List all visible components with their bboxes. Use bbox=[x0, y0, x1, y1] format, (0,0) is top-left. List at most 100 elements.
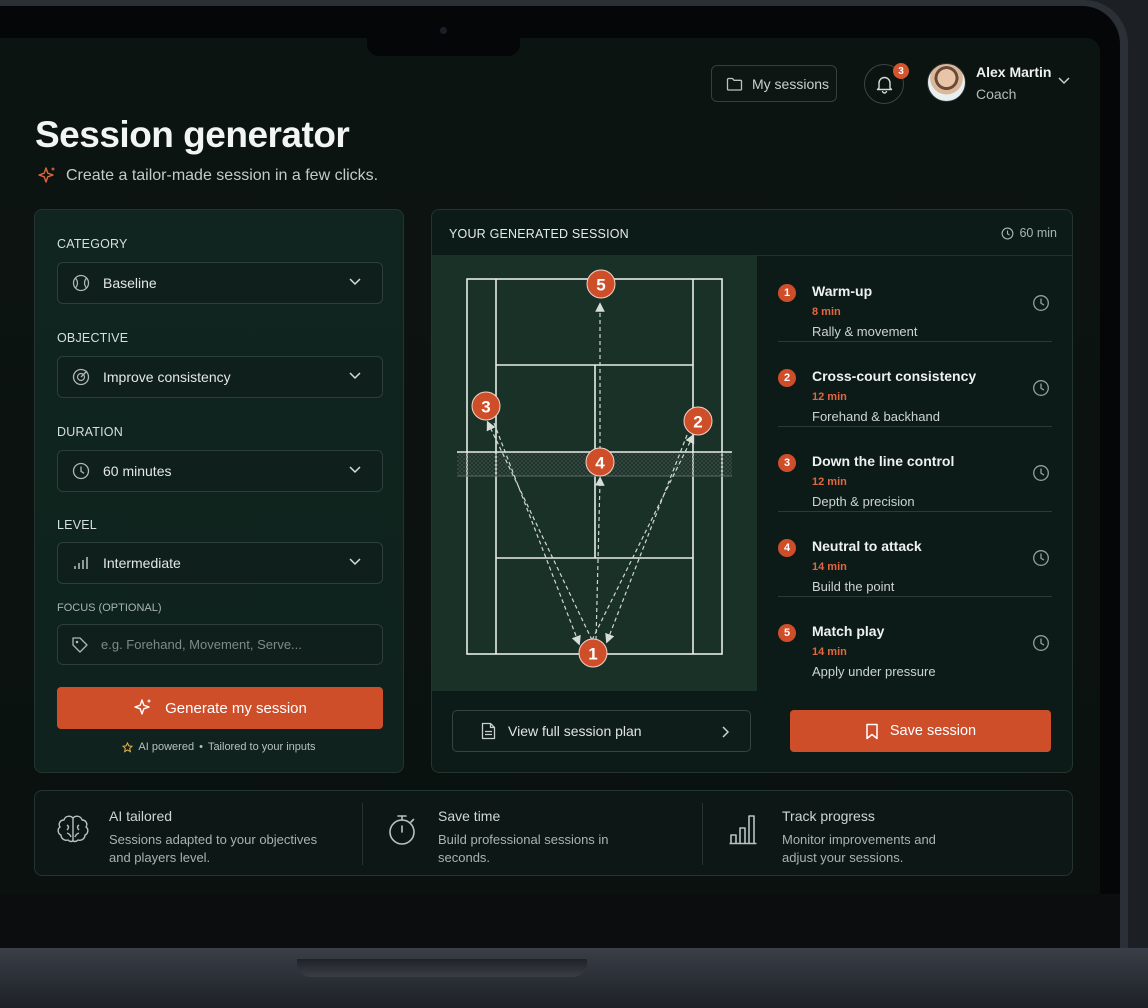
camera-notch bbox=[367, 36, 520, 56]
save-label: Save session bbox=[889, 723, 977, 739]
generate-label: Generate my session bbox=[165, 699, 307, 717]
feature-desc: Sessions adapted to your objectives and … bbox=[109, 831, 317, 867]
category-select[interactable]: Baseline bbox=[57, 262, 383, 304]
feature-save-time: Save time Build professional sessions in… bbox=[363, 791, 702, 877]
chevron-down-icon bbox=[349, 558, 361, 566]
view-plan-label: View full session plan bbox=[508, 723, 642, 739]
feature-track-progress: Track progress Monitor improvements and … bbox=[703, 791, 1073, 877]
category-label: CATEGORY bbox=[57, 237, 128, 251]
document-icon bbox=[481, 722, 496, 740]
tennis-ball-icon bbox=[71, 274, 91, 292]
bar-chart-icon bbox=[729, 815, 757, 845]
tag-icon bbox=[72, 636, 88, 653]
ai-note: AI powered • Tailored to your inputs bbox=[35, 741, 403, 753]
my-sessions-label: My sessions bbox=[752, 75, 830, 92]
svg-text:1: 1 bbox=[588, 645, 597, 664]
drill-desc: Rally & movement bbox=[812, 324, 918, 339]
target-icon bbox=[71, 368, 91, 386]
feature-desc-line: Monitor improvements and bbox=[782, 832, 936, 847]
level-select[interactable]: Intermediate bbox=[57, 542, 383, 584]
court-marker-5: 5 bbox=[586, 269, 616, 299]
clock-icon bbox=[1033, 465, 1049, 481]
list-item[interactable]: 1 Warm-up 8 min Rally & movement bbox=[778, 257, 1052, 342]
drill-desc: Depth & precision bbox=[812, 494, 915, 509]
generate-session-button[interactable]: Generate my session bbox=[57, 687, 383, 729]
ai-note-powered: AI powered bbox=[138, 741, 195, 753]
court-marker-2: 2 bbox=[683, 406, 713, 436]
clock-icon bbox=[71, 462, 91, 480]
app-screen: My sessions 3 Alex Martin Coach Session … bbox=[0, 38, 1100, 894]
tennis-court-diagram: 1 2 3 4 5 bbox=[432, 255, 757, 691]
drill-time: 14 min bbox=[812, 561, 847, 573]
drill-time: 12 min bbox=[812, 391, 847, 403]
feature-desc-line: Build professional sessions in bbox=[438, 832, 609, 847]
laptop-base bbox=[0, 948, 1148, 1008]
svg-text:3: 3 bbox=[481, 398, 490, 417]
drill-name: Warm-up bbox=[812, 283, 873, 299]
objective-select[interactable]: Improve consistency bbox=[57, 356, 383, 398]
drill-number: 3 bbox=[778, 454, 796, 472]
ai-note-separator: • bbox=[199, 741, 203, 753]
clock-icon bbox=[1033, 380, 1049, 396]
laptop-hinge-notch bbox=[297, 959, 587, 977]
user-role: Coach bbox=[976, 86, 1017, 102]
list-item[interactable]: 5 Match play 14 min Apply under pressure bbox=[778, 597, 1052, 682]
drill-time: 8 min bbox=[812, 306, 841, 318]
focus-input[interactable] bbox=[101, 637, 361, 652]
my-sessions-button[interactable]: My sessions bbox=[711, 65, 837, 102]
drill-name: Neutral to attack bbox=[812, 538, 922, 554]
feature-desc-line: adjust your sessions. bbox=[782, 850, 904, 865]
svg-text:5: 5 bbox=[596, 276, 605, 295]
category-value: Baseline bbox=[103, 275, 157, 291]
bookmark-icon bbox=[866, 723, 878, 739]
court-marker-4: 4 bbox=[585, 447, 615, 477]
view-session-plan-button[interactable]: View full session plan bbox=[452, 710, 751, 752]
star-icon bbox=[122, 741, 134, 753]
camera bbox=[440, 27, 447, 34]
signal-bars-icon bbox=[71, 554, 91, 572]
brain-icon bbox=[57, 815, 89, 843]
avatar[interactable] bbox=[927, 63, 966, 102]
court-marker-3: 3 bbox=[471, 391, 501, 421]
chevron-right-icon bbox=[722, 726, 730, 738]
stopwatch-icon bbox=[389, 815, 415, 845]
save-session-button[interactable]: Save session bbox=[790, 710, 1051, 752]
svg-text:2: 2 bbox=[693, 413, 702, 432]
session-duration: 60 min bbox=[1001, 226, 1057, 240]
drill-name: Down the line control bbox=[812, 453, 955, 469]
feature-desc: Monitor improvements and adjust your ses… bbox=[782, 831, 936, 867]
level-label: LEVEL bbox=[57, 518, 97, 532]
clock-icon bbox=[1033, 635, 1049, 651]
clock-icon bbox=[1033, 295, 1049, 311]
drill-number: 2 bbox=[778, 369, 796, 387]
session-form-panel: CATEGORY Baseline OBJECTIVE Improve cons… bbox=[34, 209, 404, 773]
svg-text:4: 4 bbox=[595, 454, 605, 473]
feature-title: Track progress bbox=[782, 808, 875, 824]
drill-time: 12 min bbox=[812, 476, 847, 488]
clock-icon bbox=[1002, 227, 1014, 239]
drill-name: Match play bbox=[812, 623, 885, 639]
bell-icon bbox=[876, 76, 892, 94]
feature-ai-tailored: AI tailored Sessions adapted to your obj… bbox=[35, 791, 363, 877]
page-title: Session generator bbox=[35, 114, 350, 155]
chevron-down-icon bbox=[349, 372, 361, 380]
feature-desc-line: and players level. bbox=[109, 850, 211, 865]
list-item[interactable]: 2 Cross-court consistency 12 min Forehan… bbox=[778, 342, 1052, 427]
duration-select[interactable]: 60 minutes bbox=[57, 450, 383, 492]
drill-name: Cross-court consistency bbox=[812, 368, 977, 384]
chevron-down-icon[interactable] bbox=[1057, 76, 1071, 85]
list-item[interactable]: 4 Neutral to attack 14 min Build the poi… bbox=[778, 512, 1052, 597]
chevron-down-icon bbox=[349, 466, 361, 474]
notification-badge: 3 bbox=[893, 63, 909, 79]
drill-time: 14 min bbox=[812, 646, 847, 658]
list-item[interactable]: 3 Down the line control 12 min Depth & p… bbox=[778, 427, 1052, 512]
focus-field[interactable] bbox=[57, 624, 383, 665]
sparkle-icon bbox=[38, 167, 55, 183]
duration-label: DURATION bbox=[57, 425, 123, 439]
drill-desc: Forehand & backhand bbox=[812, 409, 940, 424]
clock-icon bbox=[1033, 550, 1049, 566]
drill-desc: Build the point bbox=[812, 579, 895, 594]
page-subtitle: Create a tailor-made session in a few cl… bbox=[66, 167, 379, 184]
bezel-bottom bbox=[0, 894, 1120, 948]
user-name: Alex Martin bbox=[976, 64, 1052, 80]
